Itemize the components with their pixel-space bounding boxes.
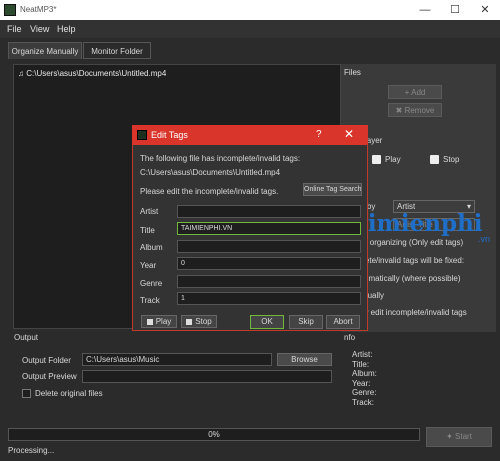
info-fields: Artist: Title: Album: Year: Genre: Track… [352, 350, 377, 407]
album-label: Album [140, 243, 163, 252]
menu-help[interactable]: Help [57, 24, 76, 34]
delete-original-label: Delete original files [35, 389, 103, 398]
info-genre: Genre: [352, 388, 377, 397]
watermark-suffix: .vn [478, 234, 491, 244]
progress-bar: 0% [8, 428, 420, 441]
info-track: Track: [352, 397, 374, 407]
dialog-title: Edit Tags [151, 130, 188, 140]
minimize-button[interactable]: — [410, 0, 440, 20]
player-stop-button[interactable]: Stop [430, 155, 460, 165]
dialog-stop-button[interactable]: Stop [181, 315, 217, 328]
dialog-stop-label: Stop [195, 317, 212, 326]
artist-label: Artist [140, 207, 159, 216]
stop-icon [430, 155, 439, 165]
music-note-icon: ♫ [18, 69, 27, 78]
genre-input[interactable] [177, 275, 361, 288]
abort-button[interactable]: Abort [326, 315, 360, 329]
info-artist: Artist: [352, 350, 373, 359]
dialog-message: The following file has incomplete/invali… [140, 154, 301, 163]
option-tags-fixed-label: mplete/invalid tags will be fixed: [352, 256, 465, 265]
skip-button[interactable]: Skip [289, 315, 323, 329]
option-skip-organizing[interactable]: Skip organizing (Only edit tags) [352, 238, 463, 247]
delete-original-checkbox[interactable] [22, 389, 31, 398]
menu-view[interactable]: View [30, 24, 49, 34]
player-play-button[interactable]: Play [372, 155, 401, 165]
dialog-app-icon [137, 130, 147, 140]
files-label: Files [344, 68, 361, 77]
play-label: Play [385, 155, 401, 164]
info-album: Album: [352, 369, 377, 378]
tab-organize-manually[interactable]: Organize Manually [8, 42, 82, 59]
dialog-instruction: Please edit the incomplete/invalid tags. [140, 187, 279, 196]
genre-label: Genre [140, 279, 163, 288]
remove-button[interactable]: ✖ Remove [388, 103, 442, 117]
dialog-help-button[interactable]: ? [316, 129, 322, 140]
play-icon [146, 318, 153, 325]
file-path: C:\Users\asus\Documents\Untitled.mp4 [26, 69, 167, 78]
stop-icon [186, 318, 193, 325]
output-folder-input[interactable]: C:\Users\asus\Music [82, 353, 272, 366]
online-tag-search-button[interactable]: Online Tag Search [303, 183, 362, 196]
album-input[interactable] [177, 240, 361, 253]
track-label: Track [140, 296, 160, 305]
output-folder-label: Output Folder [22, 356, 71, 365]
option-only-edit[interactable]: Only edit incomplete/invalid tags [352, 308, 467, 317]
close-button[interactable]: ✕ [470, 0, 500, 20]
output-preview-field [82, 370, 332, 383]
dialog-play-button[interactable]: Play [141, 315, 177, 328]
window-title: NeatMP3* [20, 5, 57, 14]
tab-monitor-folder[interactable]: Monitor Folder [83, 42, 151, 59]
menu-file[interactable]: File [7, 24, 22, 34]
play-icon [372, 155, 381, 165]
info-year: Year: [352, 378, 371, 388]
app-icon [4, 4, 16, 16]
year-label: Year [140, 261, 157, 270]
wand-icon: ✦ [446, 432, 456, 441]
title-input[interactable]: TAIMIENPHI.VN [177, 222, 361, 235]
output-label: Output [14, 333, 39, 342]
start-label: Start [455, 432, 472, 441]
dialog-play-label: Play [155, 317, 172, 326]
info-label: nfo [344, 333, 356, 342]
add-button[interactable]: + Add [388, 85, 442, 99]
start-button[interactable]: ✦ Start [426, 427, 492, 447]
dialog-close-button[interactable]: ✕ [344, 127, 354, 141]
status-text: Processing... [8, 446, 55, 455]
browse-button[interactable]: Browse [277, 353, 332, 366]
list-item[interactable]: ♫ C:\Users\asus\Documents\Untitled.mp4 [18, 69, 166, 78]
maximize-button[interactable]: ☐ [440, 0, 470, 20]
output-preview-label: Output Preview [22, 372, 77, 381]
dialog-file-path: C:\Users\asus\Documents\Untitled.mp4 [140, 168, 281, 177]
info-title: Title: [352, 359, 370, 369]
stop-label: Stop [443, 155, 460, 164]
track-input[interactable]: 1 [177, 292, 361, 305]
artist-input[interactable] [177, 205, 361, 218]
year-input[interactable]: 0 [177, 257, 361, 270]
option-automatically[interactable]: Automatically (where possible) [352, 274, 461, 283]
title-label: Title [140, 226, 155, 235]
ok-button[interactable]: OK [250, 315, 284, 329]
